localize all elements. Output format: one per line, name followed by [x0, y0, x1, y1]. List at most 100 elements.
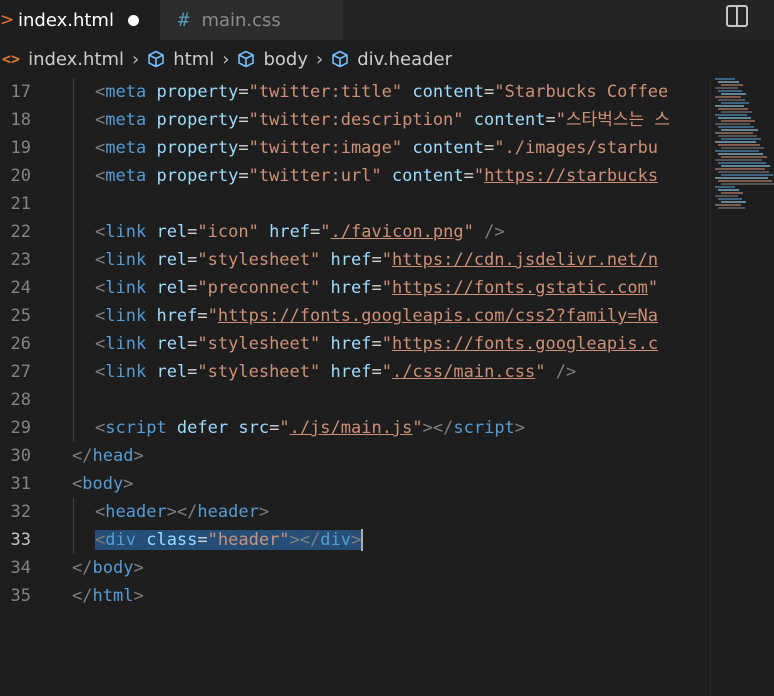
split-editor-icon[interactable]	[726, 5, 748, 27]
code-token: body	[82, 474, 124, 494]
code-line[interactable]: 27 <link rel="stylesheet" href="./css/mai…	[0, 358, 710, 386]
code-token: =	[187, 334, 198, 354]
breadcrumb-item-file[interactable]: <> index.html	[2, 49, 124, 70]
code-token: "stylesheet"	[197, 250, 321, 270]
minimap-line	[715, 114, 747, 116]
code-editor[interactable]: 17 <meta property="twitter:title" content…	[0, 78, 774, 696]
code-token: "Starbucks Coffee	[494, 82, 669, 102]
code-token: <	[95, 166, 106, 186]
code-text: <link rel="stylesheet" href="https://cdn…	[95, 246, 658, 274]
code-line[interactable]: 17 <meta property="twitter:title" content…	[0, 78, 710, 106]
code-token: link	[105, 334, 147, 354]
code-token: >	[133, 558, 144, 578]
code-token: <	[95, 82, 106, 102]
minimap-line	[721, 111, 752, 113]
code-token: content	[412, 138, 485, 158]
code-token: =	[371, 250, 382, 270]
code-line[interactable]: 33 <div class="header"></div>	[0, 526, 710, 554]
breadcrumb-label: html	[173, 48, 215, 70]
code-token: </	[72, 446, 93, 466]
indent-guide	[73, 414, 74, 442]
code-line[interactable]: 30 </head>	[0, 442, 710, 470]
code-text: </html>	[72, 582, 144, 610]
breadcrumb-item-body[interactable]: body	[237, 49, 308, 70]
code-line[interactable]: 22 <link rel="icon" href="./favicon.png" …	[0, 218, 710, 246]
code-line[interactable]: 21	[0, 190, 710, 218]
code-text: <link rel="preconnect" href="https://fon…	[95, 274, 658, 302]
code-token: "preconnect"	[197, 278, 321, 298]
unsaved-dot-icon[interactable]	[127, 14, 139, 26]
minimap-line	[721, 165, 770, 167]
code-token: <	[95, 138, 106, 158]
code-token: content	[473, 110, 546, 130]
line-number: 34	[10, 558, 31, 578]
line-number: 33	[10, 530, 31, 550]
code-token: href	[269, 222, 311, 242]
code-token: meta	[105, 166, 147, 186]
code-line[interactable]: 25 <link href="https://fonts.googleapis.c…	[0, 302, 710, 330]
minimap-line	[718, 81, 739, 83]
code-line[interactable]: 31 <body>	[0, 470, 710, 498]
code-token: href	[330, 362, 372, 382]
code-token: https://fonts.gstatic.com	[391, 278, 648, 298]
code-line[interactable]: 23 <link rel="stylesheet" href="https://c…	[0, 246, 710, 274]
code-token: script	[105, 418, 167, 438]
text-cursor	[361, 529, 364, 551]
code-text: <script defer src="./js/main.js"></scrip…	[95, 414, 525, 442]
code-text: <meta property="twitter:description" con…	[95, 106, 670, 134]
code-token: href	[330, 278, 372, 298]
code-line[interactable]: 35 </html>	[0, 582, 710, 610]
minimap[interactable]	[710, 78, 774, 696]
code-token: html	[92, 586, 134, 606]
code-line[interactable]: 28	[0, 386, 710, 414]
code-token: property	[156, 82, 239, 102]
code-token: =	[484, 138, 495, 158]
tab-main-css[interactable]: # main.css	[160, 0, 343, 40]
code-line[interactable]: 20 <meta property="twitter:url" content="…	[0, 162, 710, 190]
code-line[interactable]: 19 <meta property="twitter:image" content…	[0, 134, 710, 162]
line-number: 32	[10, 502, 31, 522]
code-token: "twitter:url"	[248, 166, 382, 186]
code-line[interactable]: 26 <link rel="stylesheet" href="https://f…	[0, 330, 710, 358]
code-token: >	[350, 530, 362, 550]
code-token: >	[514, 418, 526, 438]
code-token: https://fonts.googleapis.com/css2?family…	[217, 306, 659, 326]
code-token: =	[310, 222, 321, 242]
code-token: "twitter:title"	[248, 82, 403, 102]
minimap-line	[715, 141, 756, 143]
breadcrumb-item-html[interactable]: html	[147, 49, 214, 70]
minimap-line	[715, 132, 753, 134]
minimap-line	[721, 174, 773, 176]
code-token: =	[238, 110, 249, 130]
code-line[interactable]: 18 <meta property="twitter:description" c…	[0, 106, 710, 134]
code-token: "	[381, 362, 392, 382]
line-number: 22	[10, 222, 31, 242]
minimap-line	[715, 177, 768, 179]
code-token: meta	[105, 110, 147, 130]
minimap-line	[718, 90, 742, 92]
minimap-line	[718, 162, 766, 164]
code-line[interactable]: 34 </body>	[0, 554, 710, 582]
indent-guide	[73, 246, 74, 274]
code-token: />	[484, 222, 505, 242]
code-token: rel	[156, 278, 188, 298]
code-token: ></	[289, 530, 321, 550]
breadcrumb-item-div-header[interactable]: div.header	[331, 49, 452, 70]
minimap-line	[718, 126, 754, 128]
indent-guide	[73, 498, 74, 526]
code-line[interactable]: 32 <header></header>	[0, 498, 710, 526]
chevron-right-icon: ›	[222, 48, 230, 70]
code-token: rel	[156, 250, 188, 270]
line-number: 35	[10, 586, 31, 606]
code-line[interactable]: 29 <script defer src="./js/main.js"></scr…	[0, 414, 710, 442]
code-token: div	[105, 530, 136, 550]
code-token: https://starbucks	[484, 166, 659, 186]
tab-index-html[interactable]: > index.html	[0, 0, 160, 40]
tab-bar: > index.html # main.css	[0, 0, 774, 40]
code-line[interactable]: 24 <link rel="preconnect" href="https://f…	[0, 274, 710, 302]
code-token: >	[133, 446, 144, 466]
